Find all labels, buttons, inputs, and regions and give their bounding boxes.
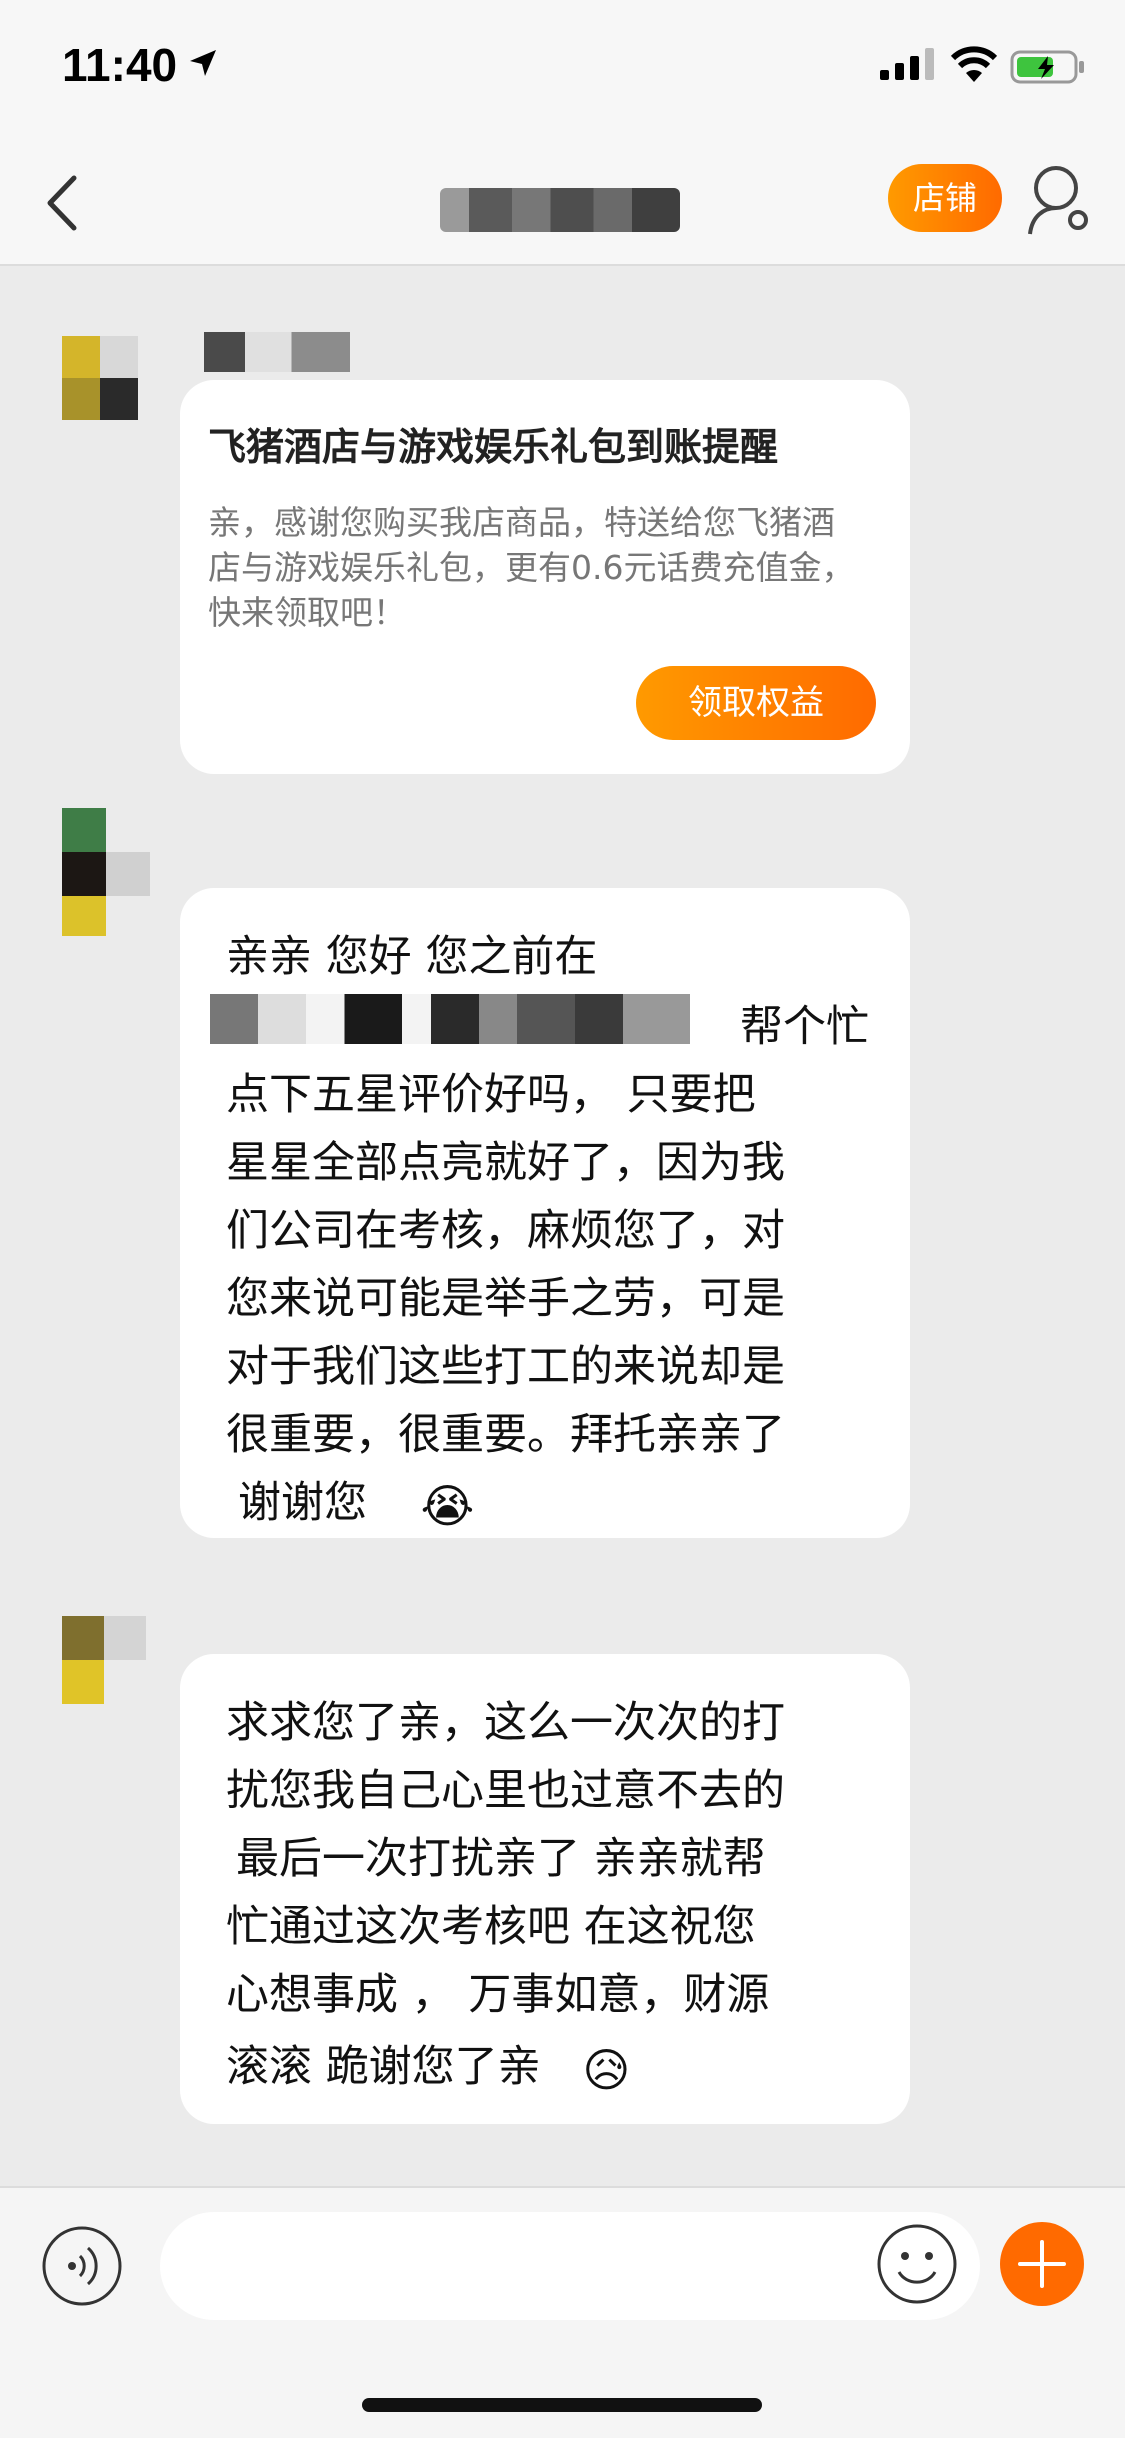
wifi-icon	[950, 46, 998, 82]
message-line: 亲亲 您好 您之前在	[226, 932, 598, 982]
avatar[interactable]	[28, 330, 156, 458]
message-line: 您来说可能是举手之劳，可是	[226, 1274, 785, 1324]
message-line: 求求您了亲，这么一次次的打	[226, 1698, 785, 1748]
card-description: 亲，感谢您购买我店商品，特送给您飞猪酒店与游戏娱乐礼包，更有0.6元话费充值金，…	[208, 503, 855, 632]
gift-card-bubble: 飞猪酒店与游戏娱乐礼包到账提醒 亲，感谢您购买我店商品，特送给您飞猪酒店与游戏娱…	[180, 380, 910, 774]
message-line: 谢谢您 😭	[238, 1468, 474, 1533]
redacted-text	[210, 994, 690, 1044]
message-line: 心想事成 ， 万事如意，财源	[226, 1970, 770, 2020]
message-line: 很重要，很重要。拜托亲亲了	[226, 1410, 785, 1460]
chat-bubble: 亲亲 您好 您之前在 帮个忙 点下五星评价好吗， 只要把 星星全部点亮就好了，因…	[180, 888, 910, 1538]
store-button[interactable]: 店铺	[888, 164, 1002, 232]
status-bar: 11:40	[0, 0, 1125, 140]
plus-icon	[1018, 2240, 1066, 2288]
avatar[interactable]	[28, 1592, 156, 1720]
signal-icon	[880, 48, 934, 80]
message-line: 星星全部点亮就好了，因为我	[226, 1138, 785, 1188]
user-settings-icon[interactable]	[1024, 160, 1094, 240]
message-line: 们公司在考核，麻烦您了，对	[226, 1206, 785, 1256]
status-time: 11:40	[62, 39, 178, 91]
message-line: 点下五星评价好吗， 只要把	[226, 1070, 756, 1120]
sender-name-blurred	[204, 332, 350, 372]
claim-benefits-button[interactable]: 领取权益	[636, 666, 876, 740]
message-line: 最后一次打扰亲了 亲亲就帮	[236, 1834, 766, 1884]
crying-emoji-icon: 😭	[420, 1478, 475, 1533]
location-arrow-icon	[190, 50, 216, 76]
plus-button[interactable]	[1000, 2222, 1084, 2306]
sad-sweat-emoji-icon: 😥	[582, 2042, 631, 2097]
message-text: 谢谢您	[238, 1478, 367, 1528]
message-line: 忙通过这次考核吧 在这祝您	[226, 1902, 756, 1952]
message-line: 对于我们这些打工的来说却是	[226, 1342, 785, 1392]
avatar[interactable]	[28, 808, 156, 936]
battery-icon	[1010, 50, 1084, 84]
back-arrow-icon[interactable]	[38, 168, 98, 238]
smile-icon[interactable]	[875, 2222, 959, 2306]
home-indicator	[362, 2398, 762, 2412]
message-line: 滚滚 跪谢您了亲 😥	[226, 2032, 630, 2097]
chat-title-blurred	[440, 188, 680, 232]
voice-icon[interactable]	[40, 2224, 124, 2308]
chat-bubble: 求求您了亲，这么一次次的打 扰您我自己心里也过意不去的 最后一次打扰亲了 亲亲就…	[180, 1654, 910, 2124]
card-title: 飞猪酒店与游戏娱乐礼包到账提醒	[208, 425, 779, 469]
message-input[interactable]	[160, 2212, 980, 2320]
message-text: 滚滚 跪谢您了亲	[226, 2042, 541, 2092]
input-bar	[0, 2186, 1125, 2438]
message-line: 扰您我自己心里也过意不去的	[226, 1766, 785, 1816]
message-line: 帮个忙	[740, 1002, 869, 1052]
